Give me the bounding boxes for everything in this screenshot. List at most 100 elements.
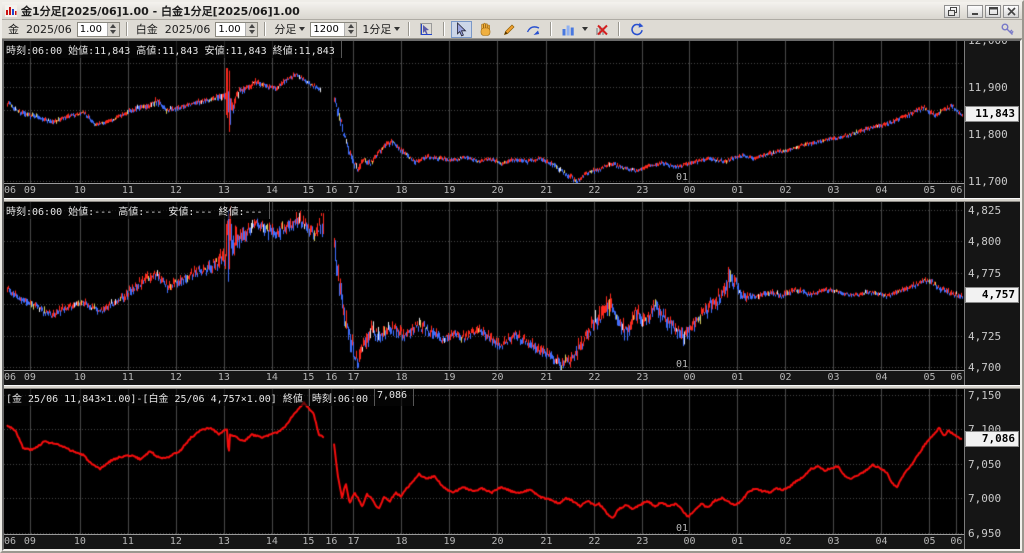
chart-cursor-tool-button[interactable] [416,21,437,38]
chevron-down-icon [394,27,400,31]
time-tick-label: 09 [24,185,36,196]
settings-key-button[interactable] [997,21,1018,38]
time-tick-label: 12 [170,536,182,547]
spread-info-bar: [金 25/06 11,843×1.00]-[白金 25/06 4,757×1.… [4,389,414,406]
time-tick-label: 06 [950,536,962,547]
toolbar-separator [264,22,266,36]
chart-type-dropdown-arrow[interactable] [582,27,588,31]
gold-multiplier-input[interactable] [78,23,107,36]
time-tick-label: 05 [923,185,935,196]
time-tick-label: 17 [347,372,359,383]
close-button[interactable] [1003,5,1019,18]
period-type-label: 分足 [274,21,296,37]
time-tick-label: 03 [827,185,839,196]
price-label: 7,150 [968,389,1001,402]
select-tool-button[interactable] [451,21,472,38]
chart-type-button[interactable] [558,21,579,38]
price-label: 4,725 [968,330,1001,343]
platinum-label: 白金 [136,21,158,37]
toolbar-separator [550,22,552,36]
restore-button[interactable] [944,5,960,18]
chart-stack: 時刻:06:00 始値:11,843 高値:11,843 安値:11,843 終… [2,39,1022,551]
time-tick-label: 20 [491,185,503,196]
platinum-info-bar: 時刻:06:00 始値:--- 高値:--- 安値:--- 終値:--- [4,202,270,219]
bar-count-spinner[interactable] [310,22,357,37]
time-tick-label: 00 [683,185,695,196]
time-tick-label: 20 [491,536,503,547]
time-tick-label: 10 [74,372,86,383]
platinum-chart-canvas[interactable] [4,202,964,370]
pencil-tool-button[interactable] [499,21,520,38]
period-dropdown[interactable]: 1分足 [360,21,402,37]
spread-chart-panel: [金 25/06 11,843×1.00]-[白金 25/06 4,757×1.… [4,389,1020,549]
time-tick-label: 22 [588,185,600,196]
time-tick-label: 11 [122,372,134,383]
time-tick-label: 02 [779,536,791,547]
title-bar[interactable]: 金1分足[2025/06]1.00 - 白金1分足[2025/06]1.00 [2,2,1022,20]
time-tick-label: 02 [779,372,791,383]
period-label: 1分足 [362,21,391,37]
gold-price-axis: 12,00011,90011,80011,70011,843 [964,41,1020,198]
last-price-box: 11,843 [965,106,1019,122]
chart-info-segment: [金 25/06 11,843×1.00]-[白金 25/06 4,757×1.… [4,389,310,406]
gold-spinner-arrows[interactable] [107,23,119,36]
time-tick-label: 05 [923,536,935,547]
bar-count-spinner-arrows[interactable] [344,23,356,36]
gold-label: 金 [8,21,19,37]
spread-chart-canvas[interactable] [4,389,964,534]
platinum-plot-area[interactable]: 時刻:06:00 始値:--- 高値:--- 安値:--- 終値:--- 01 [4,202,964,370]
delete-chart-button[interactable] [591,21,612,38]
maximize-button[interactable] [985,5,1001,18]
price-label: 4,825 [968,204,1001,217]
time-tick-label: 01 [731,372,743,383]
time-tick-label: 13 [218,185,230,196]
time-tick-label: 23 [636,372,648,383]
spread-plot-area[interactable]: [金 25/06 11,843×1.00]-[白金 25/06 4,757×1.… [4,389,964,534]
date-change-label: 01 [676,359,688,370]
time-tick-label: 13 [218,372,230,383]
time-tick-label: 13 [218,536,230,547]
time-tick-label: 04 [875,372,887,383]
last-price-box: 4,757 [965,287,1019,303]
gold-time-axis: 0609101112131415161718192021222300010203… [4,183,964,198]
toolbar-separator [126,22,128,36]
last-price-box: 7,086 [965,431,1019,447]
refresh-button[interactable] [626,21,647,38]
time-tick-label: 21 [540,185,552,196]
time-tick-label: 18 [395,536,407,547]
time-tick-label: 10 [74,185,86,196]
platinum-multiplier-input[interactable] [216,23,245,36]
time-tick-label: 06 [950,372,962,383]
platinum-spinner-arrows[interactable] [245,23,257,36]
gold-chart-canvas[interactable] [4,41,964,183]
date-change-label: 01 [676,523,688,534]
time-tick-label: 06 [950,185,962,196]
period-type-dropdown[interactable]: 分足 [272,21,307,37]
toolbar-separator [618,22,620,36]
gold-info-bar: 時刻:06:00 始値:11,843 高値:11,843 安値:11,843 終… [4,41,342,58]
gold-plot-area[interactable]: 時刻:06:00 始値:11,843 高値:11,843 安値:11,843 終… [4,41,964,183]
time-tick-label: 17 [347,185,359,196]
platinum-multiplier-spinner[interactable] [215,22,258,37]
time-tick-label: 22 [588,536,600,547]
bar-count-input[interactable] [311,23,344,36]
price-label: 4,700 [968,361,1001,374]
time-tick-label: 23 [636,185,648,196]
gold-month-label: 2025/06 [26,23,72,36]
chevron-down-icon [299,27,305,31]
time-tick-label: 01 [731,185,743,196]
price-label: 6,950 [968,527,1001,540]
time-tick-label: 14 [266,372,278,383]
time-tick-label: 19 [443,372,455,383]
time-tick-label: 03 [827,372,839,383]
hand-tool-button[interactable] [475,21,496,38]
curve-pen-tool-button[interactable] [523,21,544,38]
minimize-button[interactable] [967,5,983,18]
time-tick-label: 11 [122,536,134,547]
gold-multiplier-spinner[interactable] [77,22,120,37]
time-tick-label: 10 [74,536,86,547]
price-label: 7,000 [968,492,1001,505]
price-label: 4,775 [968,267,1001,280]
time-tick-label: 19 [443,536,455,547]
time-tick-label: 18 [395,372,407,383]
